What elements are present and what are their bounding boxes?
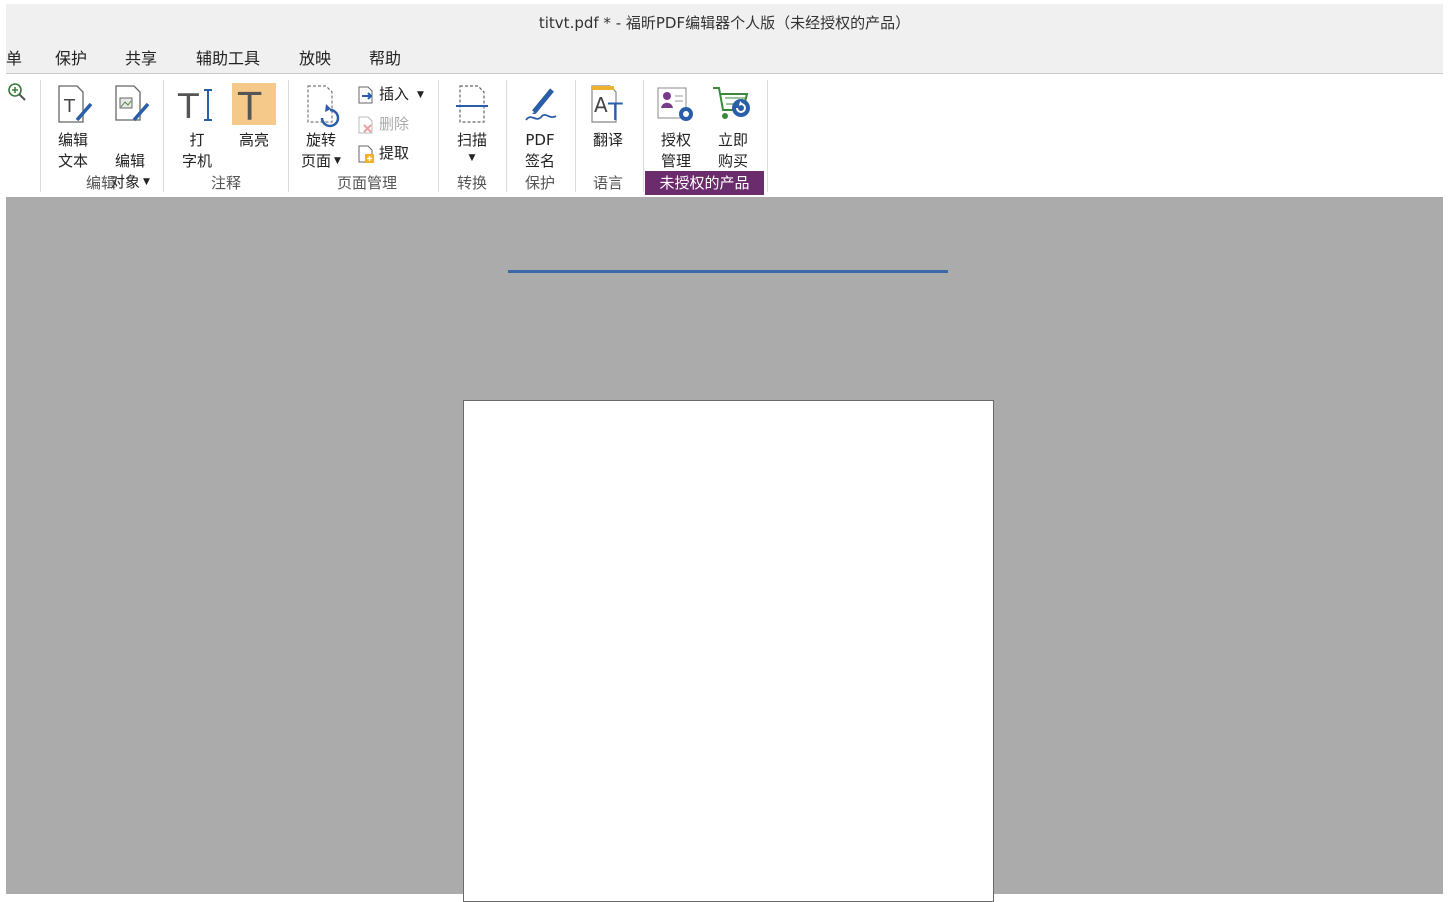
- svg-text:T: T: [237, 85, 262, 126]
- unlicensed-product-label: 未授权的产品: [645, 171, 764, 195]
- insert-page-icon: [358, 86, 373, 103]
- extract-label: 提取: [379, 144, 410, 162]
- rotate-page-label: 旋转 页面 ▼: [301, 131, 341, 170]
- license-manage-icon: [657, 87, 693, 121]
- window-title-bar: titvt.pdf * - 福昕PDF编辑器个人版（未经授权的产品）: [6, 4, 1443, 42]
- insert-page-button[interactable]: 插入 ▼: [356, 82, 424, 106]
- edit-object-button[interactable]: 编辑 对象 ▼: [104, 78, 156, 191]
- group-separator: [40, 80, 41, 192]
- license-manage-button[interactable]: 授权 管理: [652, 78, 700, 174]
- protect-group-label: 保护: [524, 174, 555, 192]
- extract-page-button[interactable]: 提取: [356, 141, 409, 165]
- insert-label: 插入: [379, 85, 410, 103]
- menu-item-help[interactable]: 帮助: [369, 42, 401, 73]
- menu-item-accessibility[interactable]: 辅助工具: [196, 42, 260, 73]
- menu-item-list[interactable]: 单: [6, 42, 22, 73]
- typewriter-button[interactable]: T 打 字机: [174, 78, 220, 174]
- typewriter-label: 打 字机: [181, 131, 212, 170]
- rotate-page-icon: [307, 85, 340, 128]
- pdf-page[interactable]: [463, 400, 994, 902]
- license-manage-label: 授权 管理: [660, 131, 691, 170]
- svg-text:T: T: [63, 96, 76, 117]
- page-group-label: 页面管理: [336, 174, 397, 192]
- scan-icon: [456, 85, 488, 123]
- menu-item-share[interactable]: 共享: [125, 42, 157, 73]
- dropdown-arrow-icon: ▼: [468, 153, 476, 163]
- pdf-sign-label: PDF 签名: [524, 131, 555, 170]
- translate-icon: A T: [591, 85, 623, 126]
- window-right-edge: [1443, 0, 1449, 894]
- edit-group-label: 编辑: [85, 174, 116, 192]
- window-title: titvt.pdf * - 福昕PDF编辑器个人版（未经授权的产品）: [538, 14, 911, 32]
- language-group-label: 语言: [592, 174, 623, 192]
- delete-label: 删除: [379, 115, 410, 133]
- edit-object-icon: [115, 85, 150, 122]
- pdf-sign-button[interactable]: PDF 签名: [514, 78, 566, 174]
- dropdown-arrow-icon: ▼: [334, 156, 341, 166]
- highlight-icon: T: [237, 85, 262, 126]
- edit-text-button[interactable]: T 编辑 文本: [50, 78, 96, 174]
- buy-now-button[interactable]: 立即 购买: [708, 78, 758, 174]
- document-viewport[interactable]: [6, 197, 1443, 902]
- dropdown-arrow-icon: ▼: [417, 89, 424, 100]
- translate-label: 翻译: [592, 131, 623, 149]
- svg-text:T: T: [177, 87, 199, 126]
- group-separator: [767, 80, 768, 192]
- translate-button[interactable]: A T 翻译: [584, 78, 632, 174]
- group-separator: [438, 80, 439, 192]
- typewriter-icon: T: [177, 87, 212, 126]
- svg-text:T: T: [607, 98, 623, 126]
- group-separator: [506, 80, 507, 192]
- accent-divider: [508, 270, 948, 273]
- pdf-sign-icon: [525, 88, 557, 121]
- scan-button[interactable]: 扫描 ▼: [448, 78, 496, 174]
- delete-page-button[interactable]: 删除: [356, 112, 409, 136]
- menu-item-protect[interactable]: 保护: [55, 42, 87, 73]
- annotate-group-label: 注释: [210, 174, 241, 192]
- delete-page-icon: [358, 116, 373, 133]
- menu-item-slideshow[interactable]: 放映: [299, 42, 331, 73]
- buy-now-label: 立即 购买: [717, 131, 748, 170]
- edit-text-label: 编辑 文本: [57, 131, 88, 170]
- group-separator: [575, 80, 576, 192]
- highlight-button[interactable]: T 高亮: [232, 78, 276, 174]
- ribbon-toolbar: T 编辑 文本 编辑 对象 ▼ 编辑 T 打 字机 T 高亮 注释 旋转 页面 …: [6, 74, 1443, 197]
- convert-group-label: 转换: [456, 174, 487, 192]
- extract-page-icon: [358, 145, 374, 163]
- menu-bar: 单 保护 共享 辅助工具 放映 帮助: [6, 42, 1443, 74]
- edit-text-icon: T: [58, 85, 93, 123]
- group-separator: [288, 80, 289, 192]
- zoom-in-icon[interactable]: [6, 82, 28, 104]
- shopping-cart-icon: [713, 87, 750, 119]
- group-separator: [643, 80, 644, 192]
- group-separator: [163, 80, 164, 192]
- highlight-label: 高亮: [238, 131, 269, 149]
- svg-text:A: A: [594, 93, 608, 117]
- rotate-page-button[interactable]: 旋转 页面 ▼: [296, 78, 346, 174]
